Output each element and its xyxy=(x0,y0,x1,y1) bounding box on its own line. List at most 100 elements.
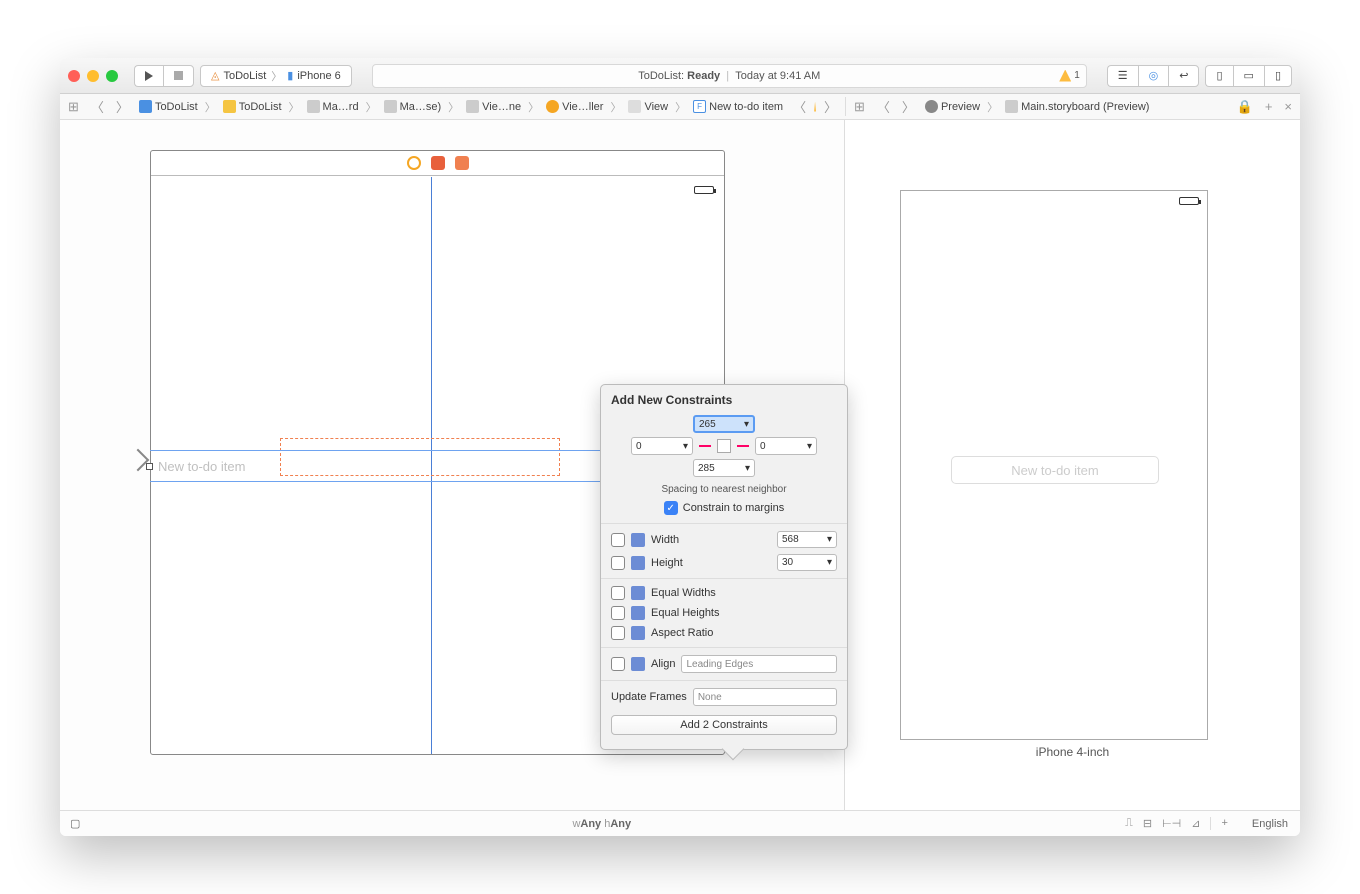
width-label: Width xyxy=(651,534,679,546)
right-strut[interactable] xyxy=(737,445,749,447)
aspect-ratio-icon xyxy=(631,626,645,640)
status-app: ToDoList: xyxy=(638,70,684,82)
jump-storyboard[interactable]: Ma…rd xyxy=(305,100,361,113)
stop-button[interactable] xyxy=(163,65,194,87)
left-strut[interactable] xyxy=(699,445,711,447)
resolve-issues-button[interactable]: ⊿ xyxy=(1191,817,1200,830)
align-checkbox[interactable] xyxy=(611,657,625,671)
warning-count: 1 xyxy=(1074,70,1080,81)
aspect-ratio-checkbox[interactable] xyxy=(611,626,625,640)
left-spacing-field[interactable]: 0▾ xyxy=(631,437,693,455)
lock-icon[interactable]: 🔒 xyxy=(1233,99,1257,115)
right-spacing-field[interactable]: 0▾ xyxy=(755,437,817,455)
width-icon xyxy=(631,533,645,547)
editor-mode-group: ☰ ◎ ↩ xyxy=(1107,65,1200,87)
jump-folder[interactable]: ToDoList xyxy=(221,100,284,113)
size-class-control[interactable]: wAny hAny xyxy=(90,818,1113,830)
bottom-spacing-field[interactable]: 285▾ xyxy=(693,459,755,477)
width-checkbox[interactable] xyxy=(611,533,625,547)
exit-icon[interactable] xyxy=(455,156,469,170)
viewcontroller-icon[interactable] xyxy=(407,156,421,170)
width-field[interactable]: 568▾ xyxy=(777,531,837,548)
add-preview-button[interactable]: + xyxy=(1210,817,1227,830)
align-label: Align xyxy=(651,658,675,670)
activity-viewer[interactable]: ToDoList: Ready | Today at 9:41 AM 1 xyxy=(372,64,1087,88)
top-spacing-field[interactable]: 265▾ xyxy=(693,415,755,433)
traffic-lights xyxy=(68,70,118,82)
jump-textfield[interactable]: FNew to-do item xyxy=(691,100,785,113)
close-icon[interactable] xyxy=(68,70,80,82)
preview-icon xyxy=(925,100,938,113)
jump-base[interactable]: Ma…se) xyxy=(382,100,444,113)
jump-next-issue[interactable]: 〉 xyxy=(820,97,841,116)
height-label: Height xyxy=(651,557,683,569)
pin-button[interactable]: ⊢⊣ xyxy=(1162,817,1181,830)
stack-button[interactable]: ⎍ xyxy=(1125,817,1133,830)
run-button[interactable] xyxy=(134,65,163,87)
preview-pane: New to-do item iPhone 4-inch xyxy=(845,120,1300,810)
add-assistant-button[interactable]: + xyxy=(1261,99,1277,114)
jump-project[interactable]: ToDoList xyxy=(137,100,200,113)
align-icon xyxy=(631,657,645,671)
stop-icon xyxy=(174,71,183,80)
assistant-editor-button[interactable]: ◎ xyxy=(1138,65,1169,87)
preview-device-frame[interactable]: New to-do item xyxy=(900,190,1208,740)
equal-widths-label: Equal Widths xyxy=(651,587,716,599)
assistant-preview[interactable]: Preview xyxy=(923,100,982,113)
canvas-footer: ▢ wAny hAny ⎍ ⊟ ⊢⊣ ⊿ + English xyxy=(60,810,1300,836)
preview-language-selector[interactable]: English xyxy=(1240,818,1300,830)
minimize-icon[interactable] xyxy=(87,70,99,82)
assistant-back-button[interactable]: 〈 xyxy=(873,97,894,116)
warning-icon[interactable] xyxy=(814,102,816,112)
add-constraints-button[interactable]: Add 2 Constraints xyxy=(611,715,837,735)
align-button[interactable]: ⊟ xyxy=(1143,817,1152,830)
constrain-margins-checkbox[interactable]: ✓ xyxy=(664,501,678,515)
close-assistant-button[interactable]: × xyxy=(1280,99,1296,114)
align-selector[interactable]: Leading Edges xyxy=(681,655,837,673)
file-icon xyxy=(307,100,320,113)
assistant-forward-button[interactable]: 〉 xyxy=(898,97,919,116)
jump-view[interactable]: View xyxy=(626,100,670,113)
version-editor-button[interactable]: ↩ xyxy=(1168,65,1199,87)
battery-icon xyxy=(1179,197,1199,205)
warning-icon xyxy=(1059,70,1071,82)
scheme-device: iPhone 6 xyxy=(297,70,340,82)
zoom-icon[interactable] xyxy=(106,70,118,82)
related-items-button[interactable]: ⊞ xyxy=(64,99,83,115)
resize-handle[interactable] xyxy=(146,463,153,470)
play-icon xyxy=(145,71,153,81)
toggle-utilities-button[interactable]: ▯ xyxy=(1264,65,1292,87)
height-checkbox[interactable] xyxy=(611,556,625,570)
popover-title: Add New Constraints xyxy=(601,385,847,411)
equal-heights-checkbox[interactable] xyxy=(611,606,625,620)
assistant-file[interactable]: Main.storyboard (Preview) xyxy=(1003,100,1151,113)
jump-prev-issue[interactable]: 〈 xyxy=(789,97,810,116)
spacing-diagram: 265▾ 0▾ 0▾ 285▾ Spacing to nearest neigh… xyxy=(601,411,847,523)
first-responder-icon[interactable] xyxy=(431,156,445,170)
file-icon xyxy=(384,100,397,113)
height-field[interactable]: 30▾ xyxy=(777,554,837,571)
toggle-debug-button[interactable]: ▭ xyxy=(1233,65,1264,87)
jump-controller[interactable]: Vie…ller xyxy=(544,100,605,113)
height-icon xyxy=(631,556,645,570)
document-outline-toggle[interactable]: ▢ xyxy=(60,817,90,830)
warning-indicator[interactable]: 1 xyxy=(1059,70,1080,82)
update-frames-selector[interactable]: None xyxy=(693,688,837,706)
forward-button[interactable]: 〉 xyxy=(112,97,133,116)
scheme-selector[interactable]: ◬ ToDoList 〉 ▮ iPhone 6 xyxy=(200,65,352,87)
aspect-ratio-label: Aspect Ratio xyxy=(651,627,713,639)
preview-textfield: New to-do item xyxy=(951,456,1159,484)
entry-point-arrow[interactable] xyxy=(120,450,150,474)
project-icon xyxy=(139,100,152,113)
spacing-label: Spacing to nearest neighbor xyxy=(661,484,786,495)
assistant-related-button[interactable]: ⊞ xyxy=(850,99,869,115)
update-frames-label: Update Frames xyxy=(611,691,687,703)
scene-dock xyxy=(151,151,724,176)
toggle-navigator-button[interactable]: ▯ xyxy=(1205,65,1232,87)
preview-device-label: iPhone 4-inch xyxy=(845,745,1300,759)
equal-widths-checkbox[interactable] xyxy=(611,586,625,600)
jump-scene[interactable]: Vie…ne xyxy=(464,100,523,113)
viewcontroller-icon xyxy=(546,100,559,113)
standard-editor-button[interactable]: ☰ xyxy=(1107,65,1138,87)
back-button[interactable]: 〈 xyxy=(87,97,108,116)
